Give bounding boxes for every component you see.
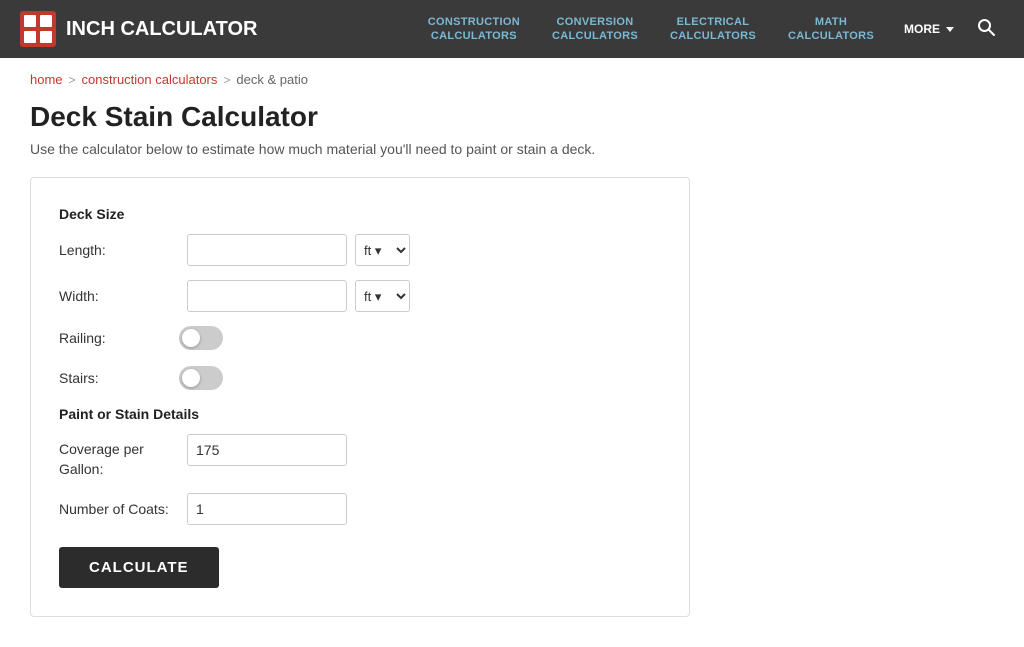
width-label: Width: (59, 288, 179, 304)
width-unit-select[interactable]: ft ▾ in ▾ m ▾ (355, 280, 410, 312)
length-row: Length: ft ▾ in ▾ m ▾ (59, 234, 661, 266)
main-content: Deck Stain Calculator Use the calculator… (0, 101, 1024, 647)
stairs-label: Stairs: (59, 370, 179, 386)
nav-links: CONSTRUCTION CALCULATORS CONVERSION CALC… (412, 15, 1004, 44)
width-input[interactable] (187, 280, 347, 312)
coverage-input[interactable] (187, 434, 347, 466)
breadcrumb-construction[interactable]: construction calculators (82, 72, 218, 87)
paint-section-label: Paint or Stain Details (59, 406, 661, 422)
page-title: Deck Stain Calculator (30, 101, 994, 133)
coverage-label: Coverage per Gallon: (59, 434, 179, 479)
width-row: Width: ft ▾ in ▾ m ▾ (59, 280, 661, 312)
railing-toggle[interactable] (179, 326, 223, 350)
breadcrumb: home > construction calculators > deck &… (0, 58, 1024, 101)
railing-label: Railing: (59, 330, 179, 346)
length-unit-select[interactable]: ft ▾ in ▾ m ▾ (355, 234, 410, 266)
railing-row: Railing: (59, 326, 661, 350)
stairs-row: Stairs: (59, 366, 661, 390)
breadcrumb-sep1: > (69, 73, 76, 87)
nav-electrical[interactable]: ELECTRICAL CALCULATORS (654, 15, 772, 44)
breadcrumb-home[interactable]: home (30, 72, 63, 87)
stairs-toggle[interactable] (179, 366, 223, 390)
calculator-box: Deck Size Length: ft ▾ in ▾ m ▾ Width: f… (30, 177, 690, 617)
deck-size-label: Deck Size (59, 206, 661, 222)
nav-conversion[interactable]: CONVERSION CALCULATORS (536, 15, 654, 44)
length-label: Length: (59, 242, 179, 258)
coats-input[interactable] (187, 493, 347, 525)
coverage-row: Coverage per Gallon: (59, 434, 661, 479)
search-icon[interactable] (968, 17, 1004, 42)
nav-construction[interactable]: CONSTRUCTION CALCULATORS (412, 15, 536, 44)
length-input[interactable] (187, 234, 347, 266)
page-description: Use the calculator below to estimate how… (30, 141, 994, 157)
chevron-down-icon (946, 27, 954, 32)
nav-more-button[interactable]: MORE (890, 22, 968, 36)
breadcrumb-current: deck & patio (236, 72, 308, 87)
logo-icon (20, 11, 56, 47)
coats-label: Number of Coats: (59, 501, 179, 517)
logo-text: INCH CALCULATOR (66, 18, 257, 41)
site-logo[interactable]: INCH CALCULATOR (20, 11, 257, 47)
more-label: MORE (904, 22, 940, 36)
coats-row: Number of Coats: (59, 493, 661, 525)
nav-math[interactable]: MATH CALCULATORS (772, 15, 890, 44)
calculate-button[interactable]: CALCULATE (59, 547, 219, 588)
breadcrumb-sep2: > (223, 73, 230, 87)
